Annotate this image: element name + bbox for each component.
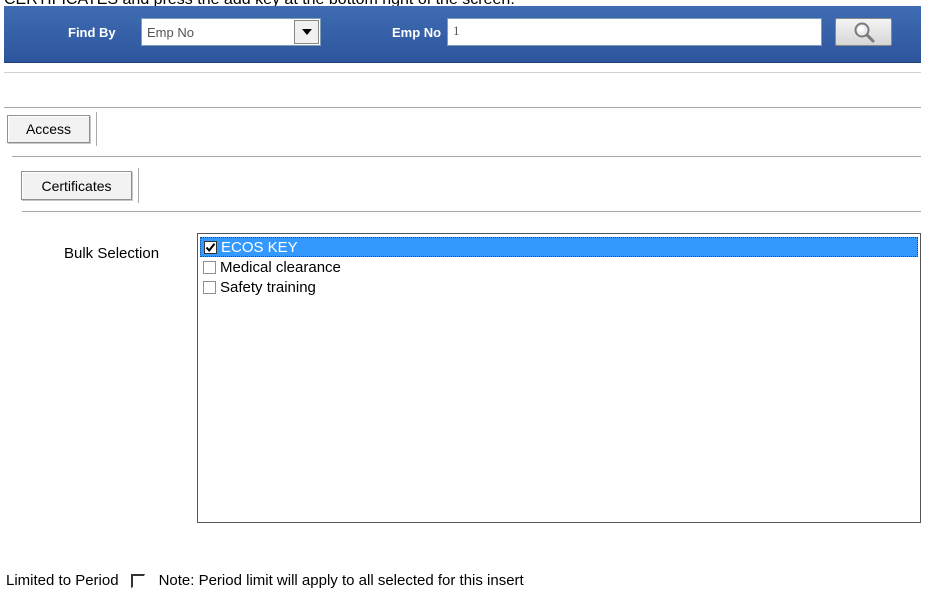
checkbox-checked[interactable]: [204, 240, 217, 254]
tab-access[interactable]: Access: [7, 115, 90, 143]
tab-certificates-label: Certificates: [41, 177, 112, 194]
magnifier-icon: [854, 22, 874, 43]
find-by-value: Emp No: [147, 24, 194, 40]
list-item[interactable]: Medical clearance: [200, 257, 918, 277]
checkbox[interactable]: [203, 280, 216, 294]
checkmark-icon: [205, 242, 216, 252]
list-item-label: Medical clearance: [220, 258, 341, 276]
bulk-selection-list[interactable]: ECOS KEY Medical clearance Safety traini…: [197, 233, 921, 523]
limited-to-period-checkbox[interactable]: [130, 573, 145, 588]
limited-to-period-row: Limited to Period Note: Period limit wil…: [6, 572, 524, 589]
limited-to-period-label: Limited to Period: [6, 572, 119, 589]
find-bar: Find By Emp No Emp No 1: [4, 6, 921, 63]
tab-certificates[interactable]: Certificates: [21, 171, 132, 200]
tab-access-label: Access: [25, 121, 72, 137]
divider: [12, 156, 921, 157]
tab-separator: [138, 168, 139, 203]
search-button[interactable]: [835, 18, 892, 46]
list-item-label: ECOS KEY: [221, 238, 298, 256]
period-note: Note: Period limit will apply to all sel…: [158, 572, 524, 589]
find-by-select[interactable]: Emp No: [141, 18, 321, 46]
divider: [4, 107, 921, 108]
list-item[interactable]: ECOS KEY: [200, 237, 918, 257]
find-by-label: Find By: [68, 25, 116, 40]
divider: [4, 72, 921, 73]
emp-no-label: Emp No: [392, 25, 442, 40]
list-item[interactable]: Safety training: [200, 277, 918, 297]
tab-separator: [96, 112, 97, 146]
bulk-selection-label: Bulk Selection: [64, 245, 160, 262]
list-item-label: Safety training: [220, 278, 316, 296]
chevron-down-icon[interactable]: [294, 20, 319, 44]
checkbox[interactable]: [203, 260, 216, 274]
emp-no-input[interactable]: 1: [447, 18, 822, 46]
divider: [22, 211, 921, 212]
